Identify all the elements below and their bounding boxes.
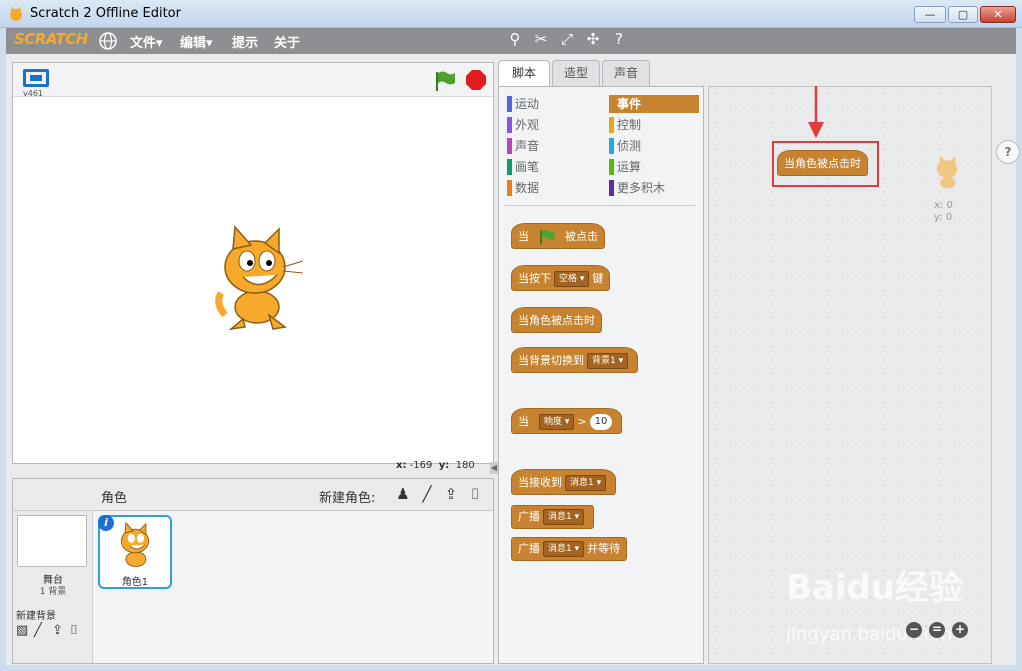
sprite-position-info: x: 0 y: 0 bbox=[934, 200, 953, 223]
sensor-dropdown[interactable]: 响度 ▾ bbox=[539, 414, 575, 430]
menu-tips[interactable]: 提示 bbox=[232, 32, 258, 51]
block-when-key-pressed[interactable]: 当按下 空格 ▾ 键 bbox=[511, 265, 611, 291]
stage[interactable]: v461 bbox=[12, 62, 494, 464]
sprite-cat[interactable] bbox=[205, 223, 305, 333]
mouse-coordinates: x: -169 y: 180 bbox=[396, 460, 475, 471]
menubar: SCRATCH 文件▾ 编辑▾ 提示 关于 ⚲ ✂ ⤢ ✣? bbox=[6, 28, 1016, 54]
red-arrow-annotation bbox=[808, 86, 824, 138]
presentation-mode-icon[interactable] bbox=[23, 69, 49, 87]
category-operators[interactable]: 运算 bbox=[609, 158, 699, 176]
tab-scripts[interactable]: 脚本 bbox=[498, 60, 550, 87]
sprite-tile[interactable]: i 角色1 bbox=[98, 515, 172, 589]
category-looks[interactable]: 外观 bbox=[507, 116, 603, 134]
block-when-sprite-clicked[interactable]: 当角色被点击时 bbox=[511, 307, 602, 333]
category-sensing[interactable]: 侦测 bbox=[609, 137, 699, 155]
menu-file[interactable]: 文件▾ bbox=[130, 32, 163, 51]
category-data[interactable]: 数据 bbox=[507, 179, 603, 197]
threshold-input[interactable]: 10 bbox=[589, 414, 613, 430]
minimize-button[interactable]: — bbox=[914, 6, 946, 23]
backdrop-dropdown[interactable]: 背景1 ▾ bbox=[587, 353, 629, 369]
sprite-name: 角色1 bbox=[121, 577, 149, 588]
shrink-icon[interactable]: ✣ bbox=[582, 30, 604, 48]
collapse-stage-icon[interactable]: ◀ bbox=[490, 462, 498, 474]
zoom-in-icon[interactable]: + bbox=[952, 622, 968, 638]
block-when-loudness[interactable]: 当 响度 ▾ >10 bbox=[511, 408, 623, 434]
new-sprite-tools: ♟ ╱ ⇪ ⌷ bbox=[393, 485, 489, 503]
category-more-blocks[interactable]: 更多积木 bbox=[609, 179, 699, 197]
stage-header: v461 bbox=[13, 63, 493, 98]
mouse-x: -169 bbox=[409, 460, 433, 471]
broadcast-wait-dropdown[interactable]: 消息1 ▾ bbox=[543, 541, 585, 557]
block-broadcast-and-wait[interactable]: 广播 消息1 ▾ 并等待 bbox=[511, 537, 628, 561]
sprite-thumbnail-cat bbox=[120, 521, 150, 567]
grow-icon[interactable]: ⤢ bbox=[556, 30, 578, 48]
category-motion[interactable]: 运动 bbox=[507, 95, 603, 113]
mouse-y: 180 bbox=[455, 460, 475, 471]
zoom-reset-icon[interactable]: = bbox=[929, 622, 945, 638]
sprite-library-icon[interactable]: ♟ bbox=[393, 485, 413, 503]
maximize-button[interactable]: ▢ bbox=[948, 6, 978, 23]
tab-costumes[interactable]: 造型 bbox=[552, 60, 600, 86]
block-when-receive[interactable]: 当接收到 消息1 ▾ bbox=[511, 469, 617, 495]
scratch-logo[interactable]: SCRATCH bbox=[14, 30, 88, 48]
key-dropdown[interactable]: 空格 ▾ bbox=[554, 271, 590, 287]
message-dropdown[interactable]: 消息1 ▾ bbox=[565, 475, 607, 491]
globe-icon[interactable] bbox=[98, 31, 118, 51]
scratch-cat-icon bbox=[10, 7, 22, 21]
backdrop-upload-icon[interactable]: ⇪ bbox=[52, 623, 70, 638]
category-control[interactable]: 控制 bbox=[609, 116, 699, 134]
menu-about[interactable]: 关于 bbox=[274, 32, 300, 51]
window-title: Scratch 2 Offline Editor bbox=[30, 6, 181, 21]
menu-edit[interactable]: 编辑▾ bbox=[180, 32, 213, 51]
toolbar: ⚲ ✂ ⤢ ✣? bbox=[504, 30, 634, 48]
block-when-backdrop-switches[interactable]: 当背景切换到 背景1 ▾ bbox=[511, 347, 639, 373]
sprite-pane: 角色 新建角色: ♟╱⇪⌷ 舞台 1 背景 新建背景 ▧╱⇪⌷ i bbox=[12, 478, 494, 664]
help-button[interactable]: ? bbox=[996, 140, 1020, 164]
new-backdrop-label: 新建背景 bbox=[16, 611, 56, 622]
sprite-pane-header: 角色 新建角色: ♟ ╱ ⇪ ⌷ bbox=[13, 479, 493, 511]
block-palette: 运动 事件 外观 控制 声音 侦测 画笔 运算 数据 更多积木 当 被点击 当按… bbox=[498, 86, 704, 664]
palette-divider bbox=[505, 205, 695, 206]
canvas-block-when-sprite-clicked[interactable]: 当角色被点击时 bbox=[777, 150, 868, 176]
backdrop-count: 1 背景 bbox=[39, 587, 67, 597]
backdrop-library-icon[interactable]: ▧ bbox=[16, 623, 34, 638]
upload-icon[interactable]: ⇪ bbox=[441, 485, 461, 503]
green-flag-icon bbox=[540, 229, 555, 245]
editor-main: v461 x: -169 y: 180 ◀ 角色 新建角色: ♟ ╱ ⇪ ⌷ 舞… bbox=[6, 54, 1020, 665]
version-label: v461 bbox=[23, 89, 44, 98]
category-sound[interactable]: 声音 bbox=[507, 137, 603, 155]
stop-sign-icon[interactable] bbox=[465, 69, 487, 91]
zoom-out-icon[interactable]: − bbox=[906, 622, 922, 638]
window-titlebar: Scratch 2 Offline Editor — ▢ ✕ bbox=[0, 0, 1022, 28]
paint-brush-icon[interactable]: ╱ bbox=[417, 485, 437, 503]
baidu-watermark: Baidu经验 bbox=[786, 568, 964, 608]
backdrop-camera-icon[interactable]: ⌷ bbox=[70, 623, 88, 638]
tab-sounds[interactable]: 声音 bbox=[602, 60, 650, 86]
camera-icon[interactable]: ⌷ bbox=[465, 485, 485, 503]
category-events[interactable]: 事件 bbox=[609, 95, 699, 113]
duplicate-icon[interactable]: ⚲ bbox=[504, 30, 526, 48]
new-sprite-label: 新建角色: bbox=[319, 491, 376, 506]
broadcast-dropdown[interactable]: 消息1 ▾ bbox=[543, 509, 585, 525]
backdrop-paint-icon[interactable]: ╱ bbox=[34, 623, 52, 638]
close-button[interactable]: ✕ bbox=[980, 6, 1016, 23]
delete-icon[interactable]: ✂ bbox=[530, 30, 552, 48]
script-area-sprite-icon bbox=[936, 155, 958, 189]
category-pen[interactable]: 画笔 bbox=[507, 158, 603, 176]
new-backdrop-tools: ▧ ╱ ⇪ ⌷ bbox=[16, 623, 88, 638]
block-broadcast[interactable]: 广播 消息1 ▾ bbox=[511, 505, 595, 529]
zoom-controls: − = + bbox=[906, 622, 975, 638]
stage-thumbnail[interactable] bbox=[17, 515, 87, 567]
help-icon[interactable]: ? bbox=[608, 30, 630, 48]
block-when-flag-clicked[interactable]: 当 被点击 bbox=[511, 223, 605, 249]
stage-thumbnail-column: 舞台 1 背景 新建背景 ▧ ╱ ⇪ ⌷ bbox=[13, 511, 93, 663]
sprites-title: 角色 bbox=[101, 491, 128, 506]
green-flag-icon[interactable] bbox=[433, 69, 457, 93]
